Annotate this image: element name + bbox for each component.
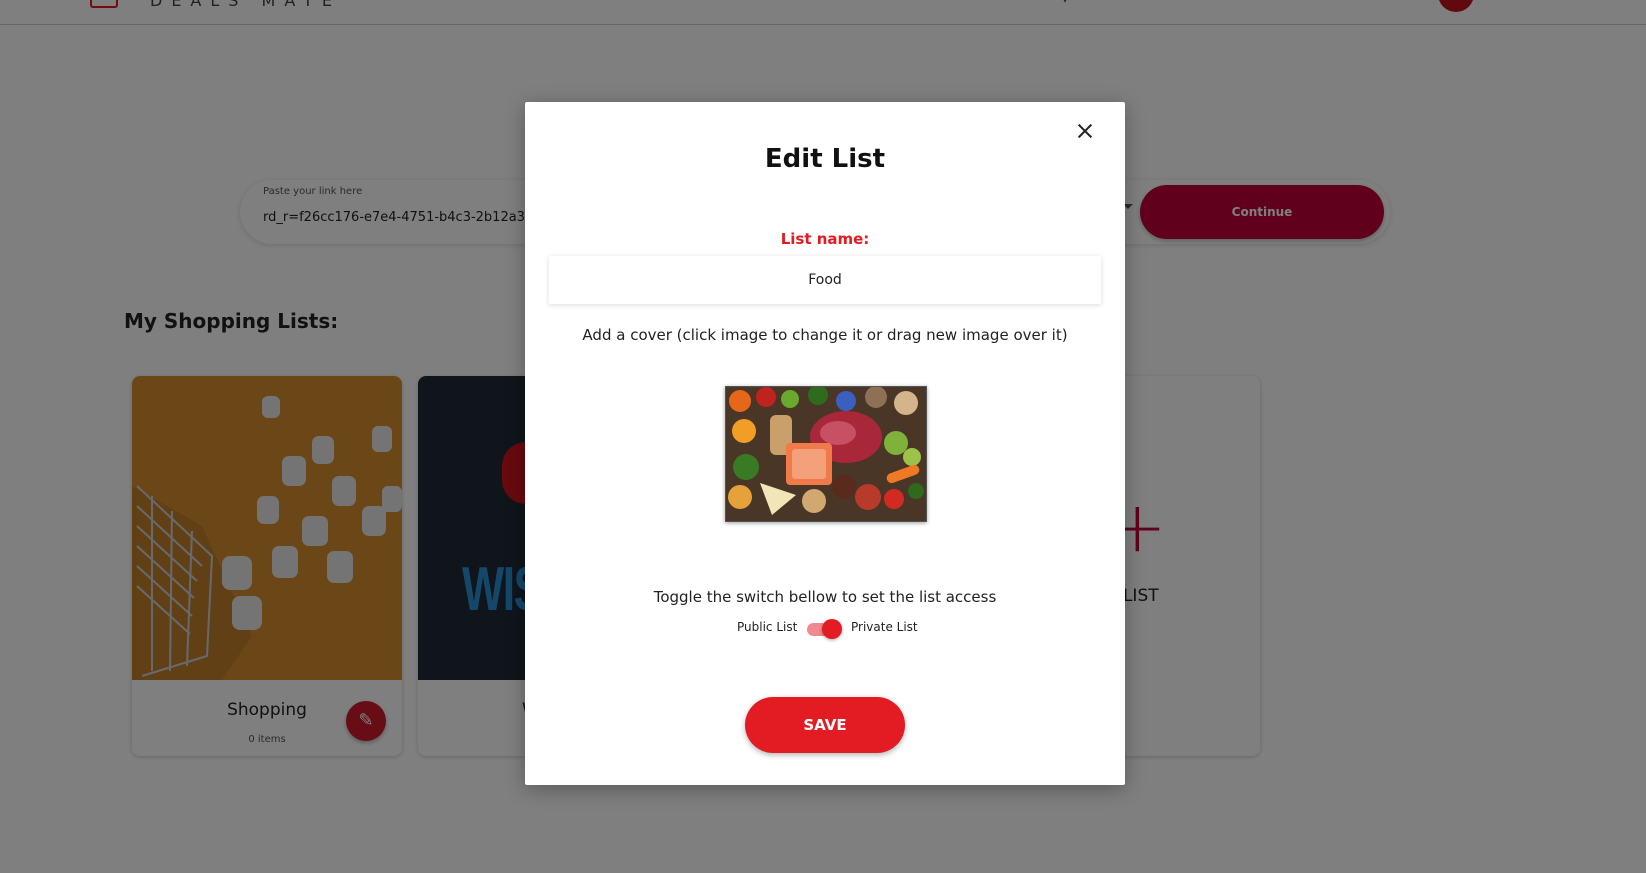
toggle-thumb[interactable] (822, 619, 842, 639)
list-name-label: List name: (780, 230, 870, 248)
page: DEALS MATE ▾ Paste your link here Contin… (0, 0, 1646, 873)
list-name-input[interactable] (549, 256, 1101, 304)
save-button[interactable]: SAVE (745, 697, 905, 753)
private-list-label: Private List (851, 620, 918, 634)
edit-list-modal: Edit List List name: Add a cover (click … (525, 102, 1125, 785)
cover-hint: Add a cover (click image to change it or… (582, 326, 1068, 344)
modal-title: Edit List (764, 144, 886, 174)
close-icon[interactable] (1072, 118, 1098, 144)
public-list-label: Public List (737, 620, 798, 634)
access-hint: Toggle the switch bellow to set the list… (653, 588, 997, 606)
access-toggle[interactable] (805, 618, 843, 640)
cover-image[interactable] (725, 386, 927, 522)
